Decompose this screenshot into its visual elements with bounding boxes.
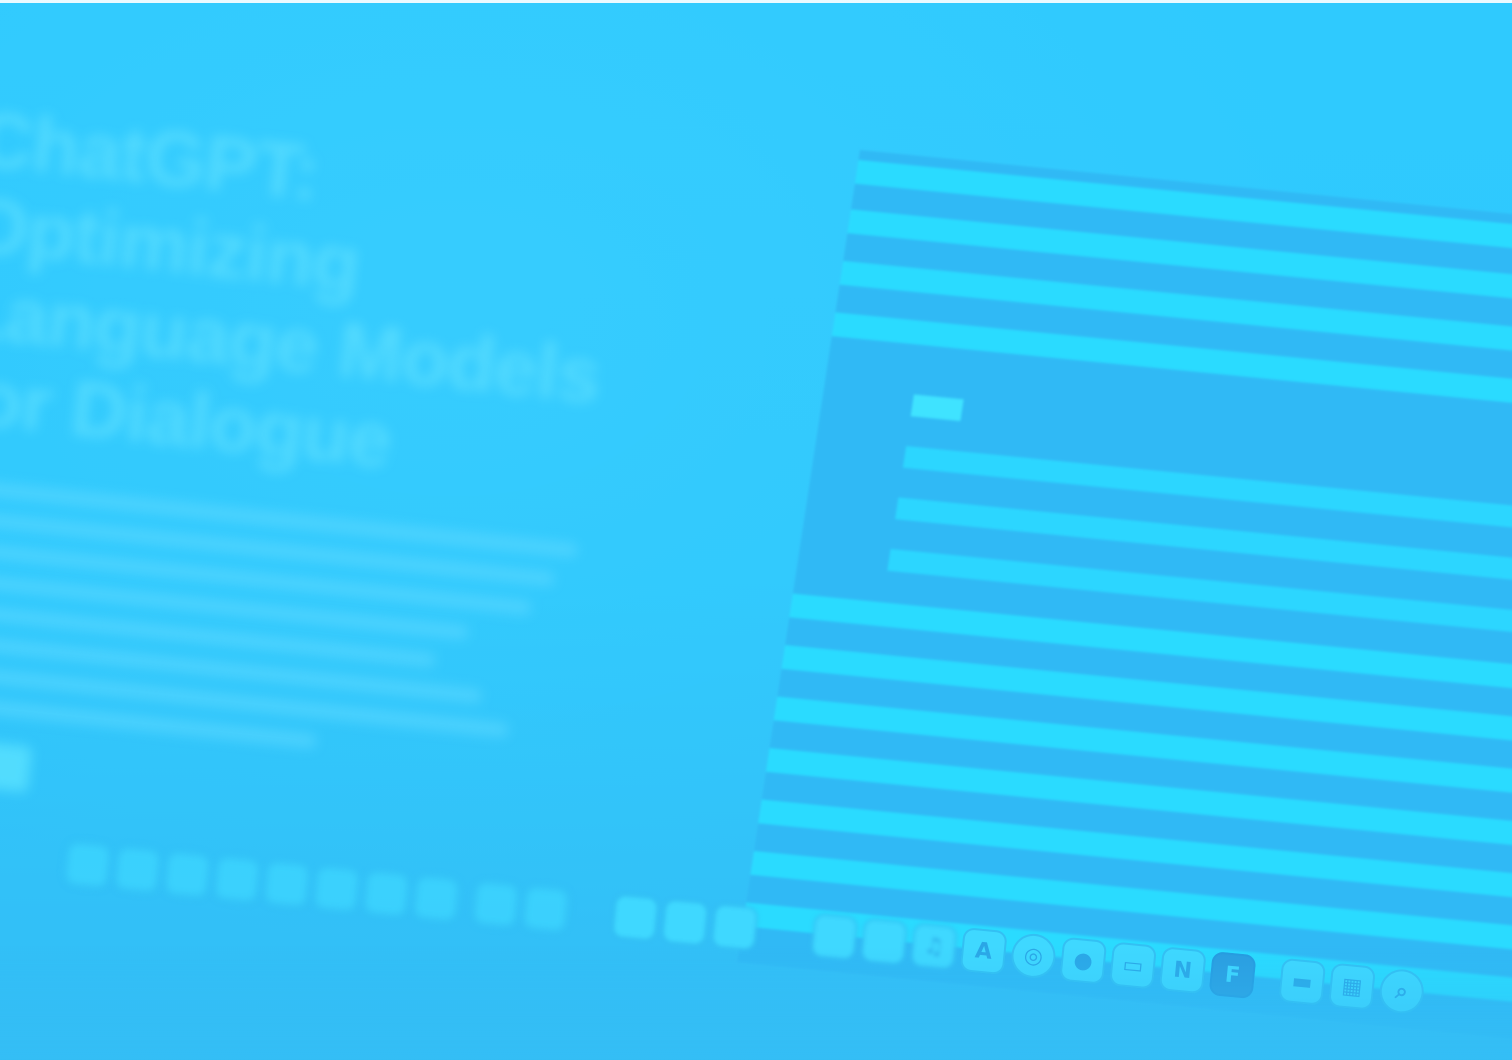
article-body — [0, 476, 658, 782]
dock-app-icon[interactable] — [412, 874, 461, 923]
dock-app-icon[interactable] — [163, 850, 212, 899]
dock-app-icon[interactable] — [521, 884, 570, 933]
photo-top-edge — [0, 0, 1512, 3]
dock-app-icon[interactable] — [661, 898, 710, 947]
article-cta-button — [0, 734, 33, 793]
dock-app-icon[interactable] — [213, 855, 262, 904]
blurred-article: ChatGPT: Optimizing Language Models for … — [0, 94, 698, 855]
dock-app-icon[interactable] — [113, 845, 162, 894]
article-title: ChatGPT: Optimizing Language Models for … — [0, 94, 698, 512]
photo-scene: ChatGPT: Optimizing Language Models for … — [0, 0, 1512, 1060]
dock-app-icon[interactable] — [312, 864, 361, 913]
panel-chip — [910, 394, 964, 422]
dock-app-icon[interactable] — [710, 903, 759, 952]
dock-app-icon[interactable] — [262, 860, 311, 909]
dock-shadow — [0, 945, 1512, 1060]
dock-app-icon[interactable] — [471, 880, 520, 929]
dock-app-icon[interactable] — [63, 840, 112, 889]
dock-app-icon[interactable] — [362, 869, 411, 918]
dock-app-icon[interactable] — [611, 893, 660, 942]
